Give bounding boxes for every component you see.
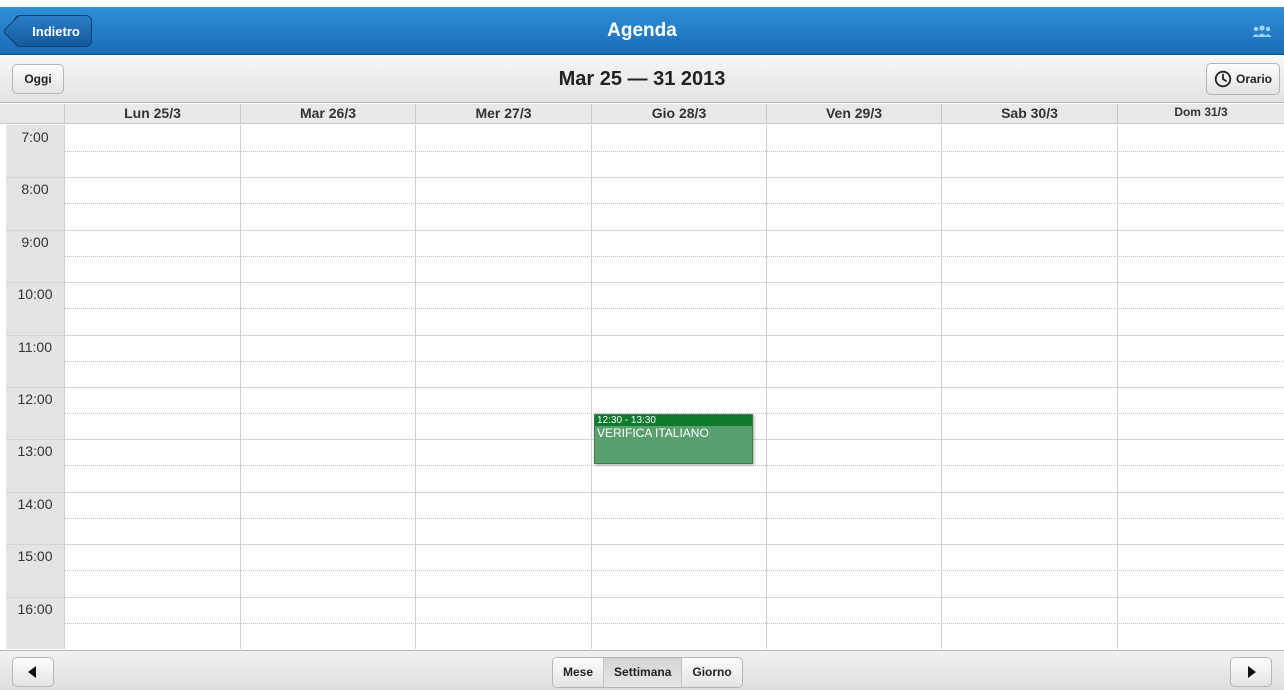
back-button[interactable]: Indietro xyxy=(14,15,92,47)
half-hour-gridline xyxy=(64,465,1284,466)
schedule-button[interactable]: Orario xyxy=(1206,63,1280,95)
hour-gridline xyxy=(6,387,1284,388)
half-hour-gridline xyxy=(64,570,1284,571)
day-column-divider xyxy=(64,125,65,649)
half-hour-gridline xyxy=(64,361,1284,362)
day-header-cell[interactable]: Mar 26/3 xyxy=(240,104,415,124)
day-header-cell[interactable]: Mer 27/3 xyxy=(415,104,591,124)
hour-label: 15:00 xyxy=(17,548,53,564)
event-title: VERIFICA ITALIANO xyxy=(597,426,709,440)
hour-gridline xyxy=(6,230,1284,231)
left-arrow-icon xyxy=(28,666,36,678)
event-time: 12:30 - 13:30 xyxy=(595,415,752,426)
hour-label: 8:00 xyxy=(21,181,49,197)
week-grid[interactable]: 7:00 8:00 9:00 10:00 11:00 12:00 13:00 14:00 15:… xyxy=(0,125,1284,649)
page-title: Agenda xyxy=(607,20,677,41)
view-settimana-button[interactable]: Settimana xyxy=(603,658,682,687)
bottom-bar: Mese Settimana Giorno xyxy=(0,650,1284,690)
half-hour-gridline xyxy=(64,623,1284,624)
back-button-label: Indietro xyxy=(32,23,80,39)
day-header-row: Lun 25/3 Mar 26/3 Mer 27/3 Gio 28/3 Ven 29/3… xyxy=(0,104,1284,124)
half-hour-gridline xyxy=(64,151,1284,152)
week-range-title: Mar 25 — 31 2013 xyxy=(558,68,726,90)
day-column-divider xyxy=(415,125,416,649)
view-giorno-button[interactable]: Giorno xyxy=(681,658,742,687)
hour-label: 9:00 xyxy=(21,234,49,250)
day-header-cell[interactable]: Dom 31/3 xyxy=(1117,104,1284,124)
hour-gridline xyxy=(6,282,1284,283)
day-column-divider xyxy=(766,125,767,649)
view-switcher: Mese Settimana Giorno xyxy=(552,657,743,688)
hour-label: 7:00 xyxy=(21,129,49,145)
previous-week-button[interactable] xyxy=(12,657,54,687)
hour-label: 10:00 xyxy=(17,286,53,302)
today-button-label: Oggi xyxy=(24,72,52,86)
hour-label: 16:00 xyxy=(17,601,53,617)
hour-gridline xyxy=(6,335,1284,336)
day-column-divider xyxy=(941,125,942,649)
calendar-event[interactable]: 12:30 - 13:30 VERIFICA ITALIANO xyxy=(594,414,753,464)
hour-gridline xyxy=(6,492,1284,493)
hour-label: 12:00 xyxy=(17,391,53,407)
users-icon[interactable] xyxy=(1252,24,1272,38)
schedule-button-label: Orario xyxy=(1235,72,1272,86)
day-header-cell[interactable]: Sab 30/3 xyxy=(941,104,1117,124)
half-hour-gridline xyxy=(64,203,1284,204)
next-week-button[interactable] xyxy=(1230,657,1272,687)
hour-label: 11:00 xyxy=(18,339,52,355)
day-column-divider xyxy=(591,125,592,649)
today-button[interactable]: Oggi xyxy=(12,64,64,94)
half-hour-gridline xyxy=(64,518,1284,519)
date-toolbar: Oggi Mar 25 — 31 2013 Orario xyxy=(0,56,1284,103)
day-header-cell[interactable]: Ven 29/3 xyxy=(766,104,941,124)
half-hour-gridline xyxy=(64,308,1284,309)
hour-label: 13:00 xyxy=(17,443,53,459)
right-arrow-icon xyxy=(1248,666,1256,678)
hour-label: 14:00 xyxy=(17,496,53,512)
day-header-cell[interactable]: Gio 28/3 xyxy=(591,104,766,124)
hour-gridline xyxy=(6,177,1284,178)
app-header: Indietro Agenda xyxy=(0,7,1284,55)
calendar-app: Indietro Agenda Oggi Mar 25 — 31 2013 Or… xyxy=(0,0,1284,690)
clock-icon xyxy=(1214,70,1232,88)
top-strip xyxy=(0,0,1284,7)
day-header-cell[interactable]: Lun 25/3 xyxy=(64,104,240,124)
hour-gridline xyxy=(6,544,1284,545)
view-mese-button[interactable]: Mese xyxy=(553,658,604,687)
half-hour-gridline xyxy=(64,256,1284,257)
day-column-divider xyxy=(1117,125,1118,649)
hour-gridline xyxy=(6,597,1284,598)
day-column-divider xyxy=(240,125,241,649)
